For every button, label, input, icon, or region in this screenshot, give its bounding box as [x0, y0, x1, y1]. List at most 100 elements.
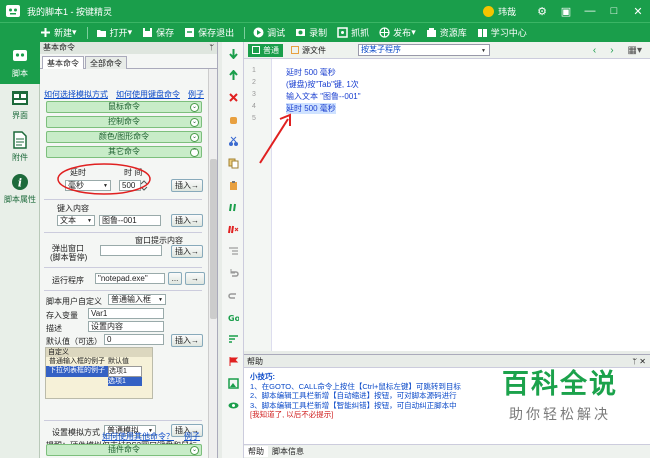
- section-other-commands[interactable]: 其它命令 ⌃: [46, 146, 202, 158]
- grab-button[interactable]: 抓抓: [337, 26, 369, 39]
- goto-tool[interactable]: Go: [222, 306, 244, 328]
- layout-icon[interactable]: ▦▾: [628, 45, 642, 56]
- preview-row1-value: 默认值: [108, 358, 129, 365]
- tab-source[interactable]: 源文件: [287, 44, 330, 57]
- run-program-input[interactable]: "notepad.exe": [95, 273, 165, 284]
- view-tool[interactable]: [222, 394, 244, 416]
- code-line[interactable]: 输入文本 "图鲁--001": [286, 91, 361, 102]
- key-input-mode-select[interactable]: 文本: [57, 215, 95, 226]
- rail-item-attachment[interactable]: 附件: [0, 126, 40, 168]
- nav-next-button[interactable]: ›: [610, 45, 613, 56]
- move-down-tool[interactable]: [222, 42, 244, 64]
- publish-button[interactable]: 发布 ▾: [379, 26, 416, 39]
- minimize-button[interactable]: —: [578, 0, 602, 22]
- flag-tool[interactable]: [222, 350, 244, 372]
- new-button[interactable]: 新建 ▾: [40, 26, 77, 39]
- undo-icon: [230, 268, 239, 277]
- tab-all-commands[interactable]: 全部命令: [85, 56, 127, 69]
- book-icon: [477, 29, 487, 37]
- library-icon: [426, 28, 436, 37]
- user-badge[interactable]: 玮哉: [482, 5, 516, 18]
- learning-center-button[interactable]: 学习中心: [477, 26, 527, 39]
- globe-icon: [379, 27, 390, 38]
- script-icon: [13, 50, 27, 61]
- insert-delay-button[interactable]: 插入→: [171, 179, 203, 192]
- redo-tool[interactable]: [222, 284, 244, 306]
- code-editor[interactable]: 1 2 3 4 5 延时 500 毫秒 (键盘)按"Tab"键, 1次 输入文本…: [244, 59, 650, 351]
- indent-tool[interactable]: [222, 240, 244, 262]
- skin-icon[interactable]: ▣: [554, 0, 578, 22]
- copy-tool[interactable]: [222, 152, 244, 174]
- paste-tool[interactable]: [222, 174, 244, 196]
- var-input[interactable]: Var1: [88, 308, 164, 319]
- uncomment-tool[interactable]: [222, 218, 244, 240]
- eye-icon: [228, 402, 238, 408]
- tab-help[interactable]: 帮助: [244, 446, 268, 457]
- tab-script-info[interactable]: 脚本信息: [268, 446, 308, 457]
- sort-tool[interactable]: [222, 328, 244, 350]
- move-up-tool[interactable]: [222, 64, 244, 86]
- link-other-commands[interactable]: 如何使用其他命令？: [102, 431, 174, 442]
- insert-popup-button[interactable]: 插入→: [171, 245, 203, 258]
- key-input-text-field[interactable]: 图鲁--001: [99, 215, 161, 226]
- link-example[interactable]: 例子: [188, 89, 204, 100]
- window-title: 我的脚本1 - 按键精灵: [27, 6, 113, 17]
- default-input[interactable]: 0: [104, 334, 164, 345]
- main-toolbar: 新建 ▾ 打开 ▾ 保存 保存退出 调试 录制 抓抓 发布 ▾ 资源库 学习中心: [0, 22, 650, 42]
- editor-side-tools: Go: [222, 42, 244, 458]
- code-line[interactable]: (键盘)按"Tab"键, 1次: [286, 79, 359, 90]
- rail-item-ui[interactable]: 界面: [0, 84, 40, 126]
- rail-item-properties[interactable]: i 脚本属性: [0, 168, 40, 210]
- nav-prev-button[interactable]: ‹: [593, 45, 596, 56]
- panel-scrollbar[interactable]: [208, 69, 217, 458]
- scrollbar-thumb[interactable]: [210, 159, 217, 319]
- save-button[interactable]: 保存: [142, 26, 174, 39]
- panel-header: 基本命令 ᛘ: [40, 42, 217, 54]
- tab-normal[interactable]: 普通: [248, 43, 283, 57]
- expand-icon: ⌄: [190, 118, 199, 127]
- link-keyboard-commands[interactable]: 如何使用键盘命令: [116, 89, 180, 100]
- debug-button[interactable]: 调试: [253, 26, 285, 39]
- browse-button[interactable]: ...: [168, 272, 182, 285]
- stamp-tool[interactable]: [222, 108, 244, 130]
- var-label: 存入变量: [46, 311, 78, 320]
- image-icon: [227, 377, 239, 389]
- section-plugin-commands[interactable]: 插件命令 ⌄: [46, 444, 202, 456]
- pin-icon[interactable]: ᛘ: [209, 42, 214, 54]
- tab-basic-commands[interactable]: 基本命令: [42, 56, 84, 69]
- insert-key-button[interactable]: 插入→: [171, 214, 203, 227]
- expand-icon: ⌄: [190, 103, 199, 112]
- app-logo-icon: [6, 5, 20, 17]
- maximize-button[interactable]: □: [602, 0, 626, 22]
- watermark-subtitle: 助你轻松解决: [509, 406, 611, 422]
- goto-icon: Go: [228, 314, 239, 323]
- close-button[interactable]: ✕: [626, 0, 650, 22]
- popup-hint-input[interactable]: [100, 245, 162, 256]
- comment-tool[interactable]: [222, 196, 244, 218]
- document-icon: [13, 131, 27, 149]
- subroutine-select[interactable]: 按某子程序: [358, 44, 490, 56]
- undo-tool[interactable]: [222, 262, 244, 284]
- custom-mode-select[interactable]: 普通输入框: [108, 294, 166, 305]
- section-control-commands[interactable]: 控制命令 ⌄: [46, 116, 202, 128]
- link-example-bottom[interactable]: 例子: [184, 431, 200, 442]
- section-mouse-commands[interactable]: 鼠标命令 ⌄: [46, 101, 202, 113]
- insert-run-button[interactable]: →: [185, 272, 205, 285]
- cut-tool[interactable]: [222, 130, 244, 152]
- record-button[interactable]: 录制: [295, 26, 327, 39]
- section-color-commands[interactable]: 颜色/图形命令 ⌄: [46, 131, 202, 143]
- code-line[interactable]: 延时 500 毫秒: [286, 67, 336, 78]
- ui-grid-icon: [12, 91, 28, 105]
- link-simulation-method[interactable]: 如何选择模拟方式: [44, 89, 108, 100]
- settings-icon[interactable]: ⚙: [530, 0, 554, 22]
- save-exit-button[interactable]: 保存退出: [184, 26, 234, 39]
- desc-input[interactable]: 设置内容: [88, 321, 164, 332]
- collapse-icon: ⌃: [190, 148, 199, 157]
- insert-custom-button[interactable]: 插入→: [171, 334, 203, 347]
- image-tool[interactable]: [222, 372, 244, 394]
- preview-row3-value: 选项1: [108, 377, 142, 386]
- open-button[interactable]: 打开 ▾: [96, 26, 132, 39]
- rail-item-script[interactable]: 脚本: [0, 42, 40, 84]
- delete-tool[interactable]: [222, 86, 244, 108]
- resource-library-button[interactable]: 资源库: [426, 26, 467, 39]
